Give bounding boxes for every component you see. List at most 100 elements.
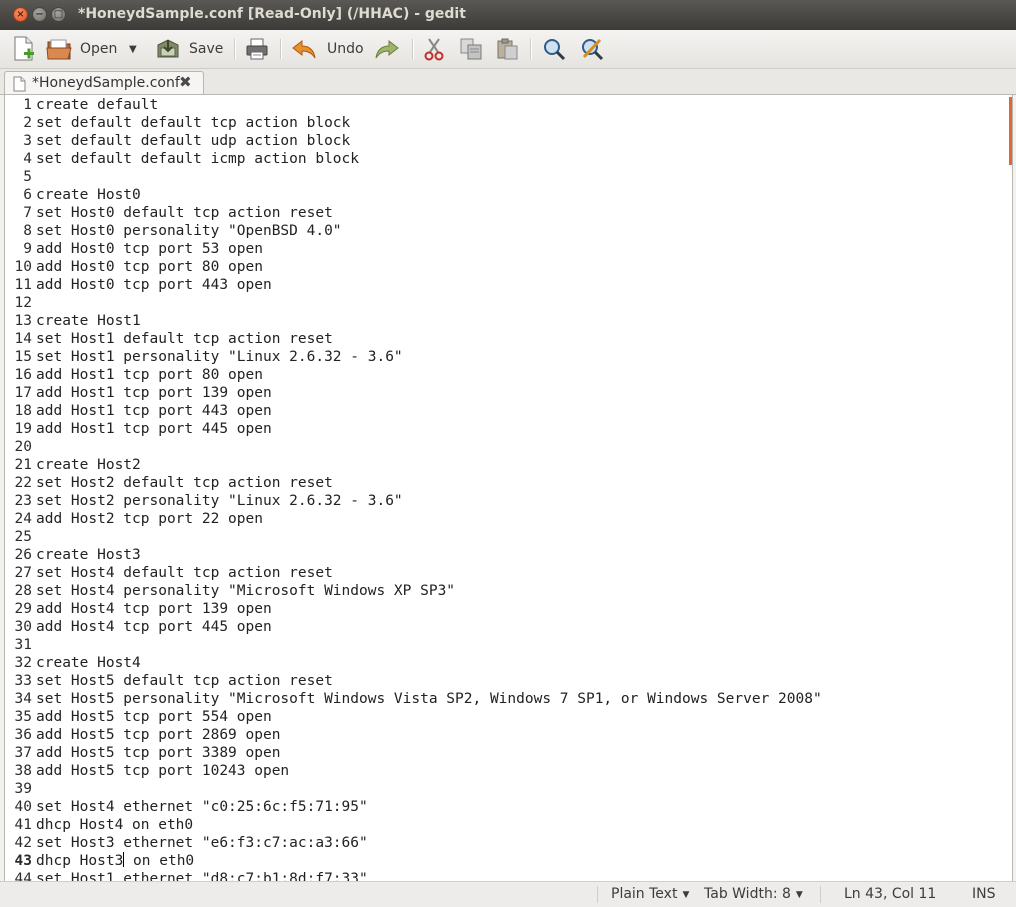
editor-line[interactable]: 4 set default default icmp action block [5,150,822,168]
line-number: 8 [23,223,32,239]
text-file-icon [13,76,26,92]
editor-line[interactable]: 38 add Host5 tcp port 10243 open [5,762,822,780]
editor-line[interactable]: 9 add Host0 tcp port 53 open [5,240,822,258]
close-window-button[interactable]: × [13,7,28,22]
editor-line[interactable]: 32 create Host4 [5,654,822,672]
close-tab-icon[interactable]: ✖ [179,73,192,91]
editor-line[interactable]: 8 set Host0 personality "OpenBSD 4.0" [5,222,822,240]
undo-button[interactable]: Undo [291,35,364,63]
toolbar-separator [280,39,282,59]
editor-line[interactable]: 37 add Host5 tcp port 3389 open [5,744,822,762]
editor-line[interactable]: 16 add Host1 tcp port 80 open [5,366,822,384]
minimize-window-button[interactable]: − [32,7,47,22]
editor-line[interactable]: 6 create Host0 [5,186,822,204]
find-button[interactable] [542,35,566,63]
dropdown-arrow-icon: ▼ [129,43,137,55]
editor-line[interactable]: 22 set Host2 default tcp action reset [5,474,822,492]
line-text: add Host4 tcp port 445 open [36,619,272,635]
line-text: add Host4 tcp port 139 open [36,601,272,617]
editor-line[interactable]: 25 [5,528,822,546]
printer-icon [246,38,268,60]
editor-line[interactable]: 21 create Host2 [5,456,822,474]
editor-line[interactable]: 13 create Host1 [5,312,822,330]
line-text: set Host2 personality "Linux 2.6.32 - 3.… [36,493,403,509]
editor-line[interactable]: 15 set Host1 personality "Linux 2.6.32 - … [5,348,822,366]
paste-button[interactable] [495,35,519,63]
editor-line[interactable]: 5 [5,168,822,186]
editor-line[interactable]: 14 set Host1 default tcp action reset [5,330,822,348]
open-recent-dropdown[interactable]: ▼ [129,35,137,63]
editor-line[interactable]: 40 set Host4 ethernet "c0:25:6c:f5:71:95" [5,798,822,816]
editor-line[interactable]: 3 set default default udp action block [5,132,822,150]
editor-line[interactable]: 30 add Host4 tcp port 445 open [5,618,822,636]
line-number: 23 [14,493,32,509]
editor-line[interactable]: 34 set Host5 personality "Microsoft Windo… [5,690,822,708]
editor-line[interactable]: 7 set Host0 default tcp action reset [5,204,822,222]
line-text: set Host3 ethernet "e6:f3:c7:ac:a3:66" [36,835,368,851]
line-text: create Host0 [36,187,141,203]
editor-line[interactable]: 41 dhcp Host4 on eth0 [5,816,822,834]
editor-line[interactable]: 33 set Host5 default tcp action reset [5,672,822,690]
cut-button[interactable] [423,35,445,63]
tab-width-selector[interactable]: Tab Width: 8 ▼ [704,886,803,902]
line-number: 44 [14,871,32,881]
editor-line[interactable]: 31 [5,636,822,654]
line-number: 24 [14,511,32,527]
dropdown-arrow-icon: ▼ [795,890,803,900]
dropdown-arrow-icon: ▼ [682,890,690,900]
editor-line[interactable]: 29 add Host4 tcp port 139 open [5,600,822,618]
editor-line[interactable]: 27 set Host4 default tcp action reset [5,564,822,582]
editor-line[interactable]: 2 set default default tcp action block [5,114,822,132]
copy-button[interactable] [459,35,483,63]
editor-line[interactable]: 23 set Host2 personality "Linux 2.6.32 - … [5,492,822,510]
editor-line[interactable]: 18 add Host1 tcp port 443 open [5,402,822,420]
editor-line[interactable]: 36 add Host5 tcp port 2869 open [5,726,822,744]
line-number: 33 [14,673,32,689]
editor-line[interactable]: 39 [5,780,822,798]
editor-line[interactable]: 17 add Host1 tcp port 139 open [5,384,822,402]
line-text: dhcp Host3 on eth0 [36,852,195,869]
editor-line[interactable]: 28 set Host4 personality "Microsoft Windo… [5,582,822,600]
redo-button[interactable] [374,35,400,63]
line-text: set Host4 ethernet "c0:25:6c:f5:71:95" [36,799,368,815]
line-text: add Host5 tcp port 3389 open [36,745,281,761]
open-icon [46,39,72,60]
editor-line[interactable]: 26 create Host3 [5,546,822,564]
language-selector[interactable]: Plain Text ▼ [611,886,689,902]
new-document-button[interactable] [12,35,36,63]
line-number: 17 [14,385,32,401]
editor-line[interactable]: 42 set Host3 ethernet "e6:f3:c7:ac:a3:66" [5,834,822,852]
editor-line[interactable]: 11 add Host0 tcp port 443 open [5,276,822,294]
status-bar: Plain Text ▼ Tab Width: 8 ▼ Ln 43, Col 11 … [0,881,1016,907]
line-number: 39 [14,781,32,797]
tab-honeydsample-conf[interactable]: *HoneydSample.conf ✖ [4,71,204,94]
editor-line[interactable]: 35 add Host5 tcp port 554 open [5,708,822,726]
editor-line[interactable]: 43 dhcp Host3 on eth0 [5,852,822,870]
line-text: set Host0 default tcp action reset [36,205,333,221]
line-number: 5 [23,169,32,185]
title-bar: × − □ *HoneydSample.conf [Read-Only] (/H… [0,0,1016,31]
line-text: set Host5 default tcp action reset [36,673,333,689]
line-number: 14 [14,331,32,347]
editor-line[interactable]: 44 set Host1 ethernet "d8:c7:b1:8d:f7:33" [5,870,822,881]
line-number: 38 [14,763,32,779]
line-text: add Host1 tcp port 139 open [36,385,272,401]
line-number: 36 [14,727,32,743]
editor-line[interactable]: 19 add Host1 tcp port 445 open [5,420,822,438]
find-replace-button[interactable] [580,35,604,63]
line-number: 6 [23,187,32,203]
line-number: 29 [14,601,32,617]
paste-icon [497,38,518,60]
toolbar-separator [412,39,414,59]
editor-line[interactable]: 10 add Host0 tcp port 80 open [5,258,822,276]
save-button[interactable]: Save [156,35,223,63]
open-button[interactable]: Open [46,35,117,63]
vertical-scrollbar[interactable] [1009,97,1012,165]
editor-line[interactable]: 20 [5,438,822,456]
maximize-window-button[interactable]: □ [51,7,66,22]
editor-line[interactable]: 12 [5,294,822,312]
editor-line[interactable]: 24 add Host2 tcp port 22 open [5,510,822,528]
text-editor[interactable]: 1 create default 2 set default default tcp … [4,95,1013,881]
editor-line[interactable]: 1 create default [5,96,822,114]
print-button[interactable] [245,35,269,63]
